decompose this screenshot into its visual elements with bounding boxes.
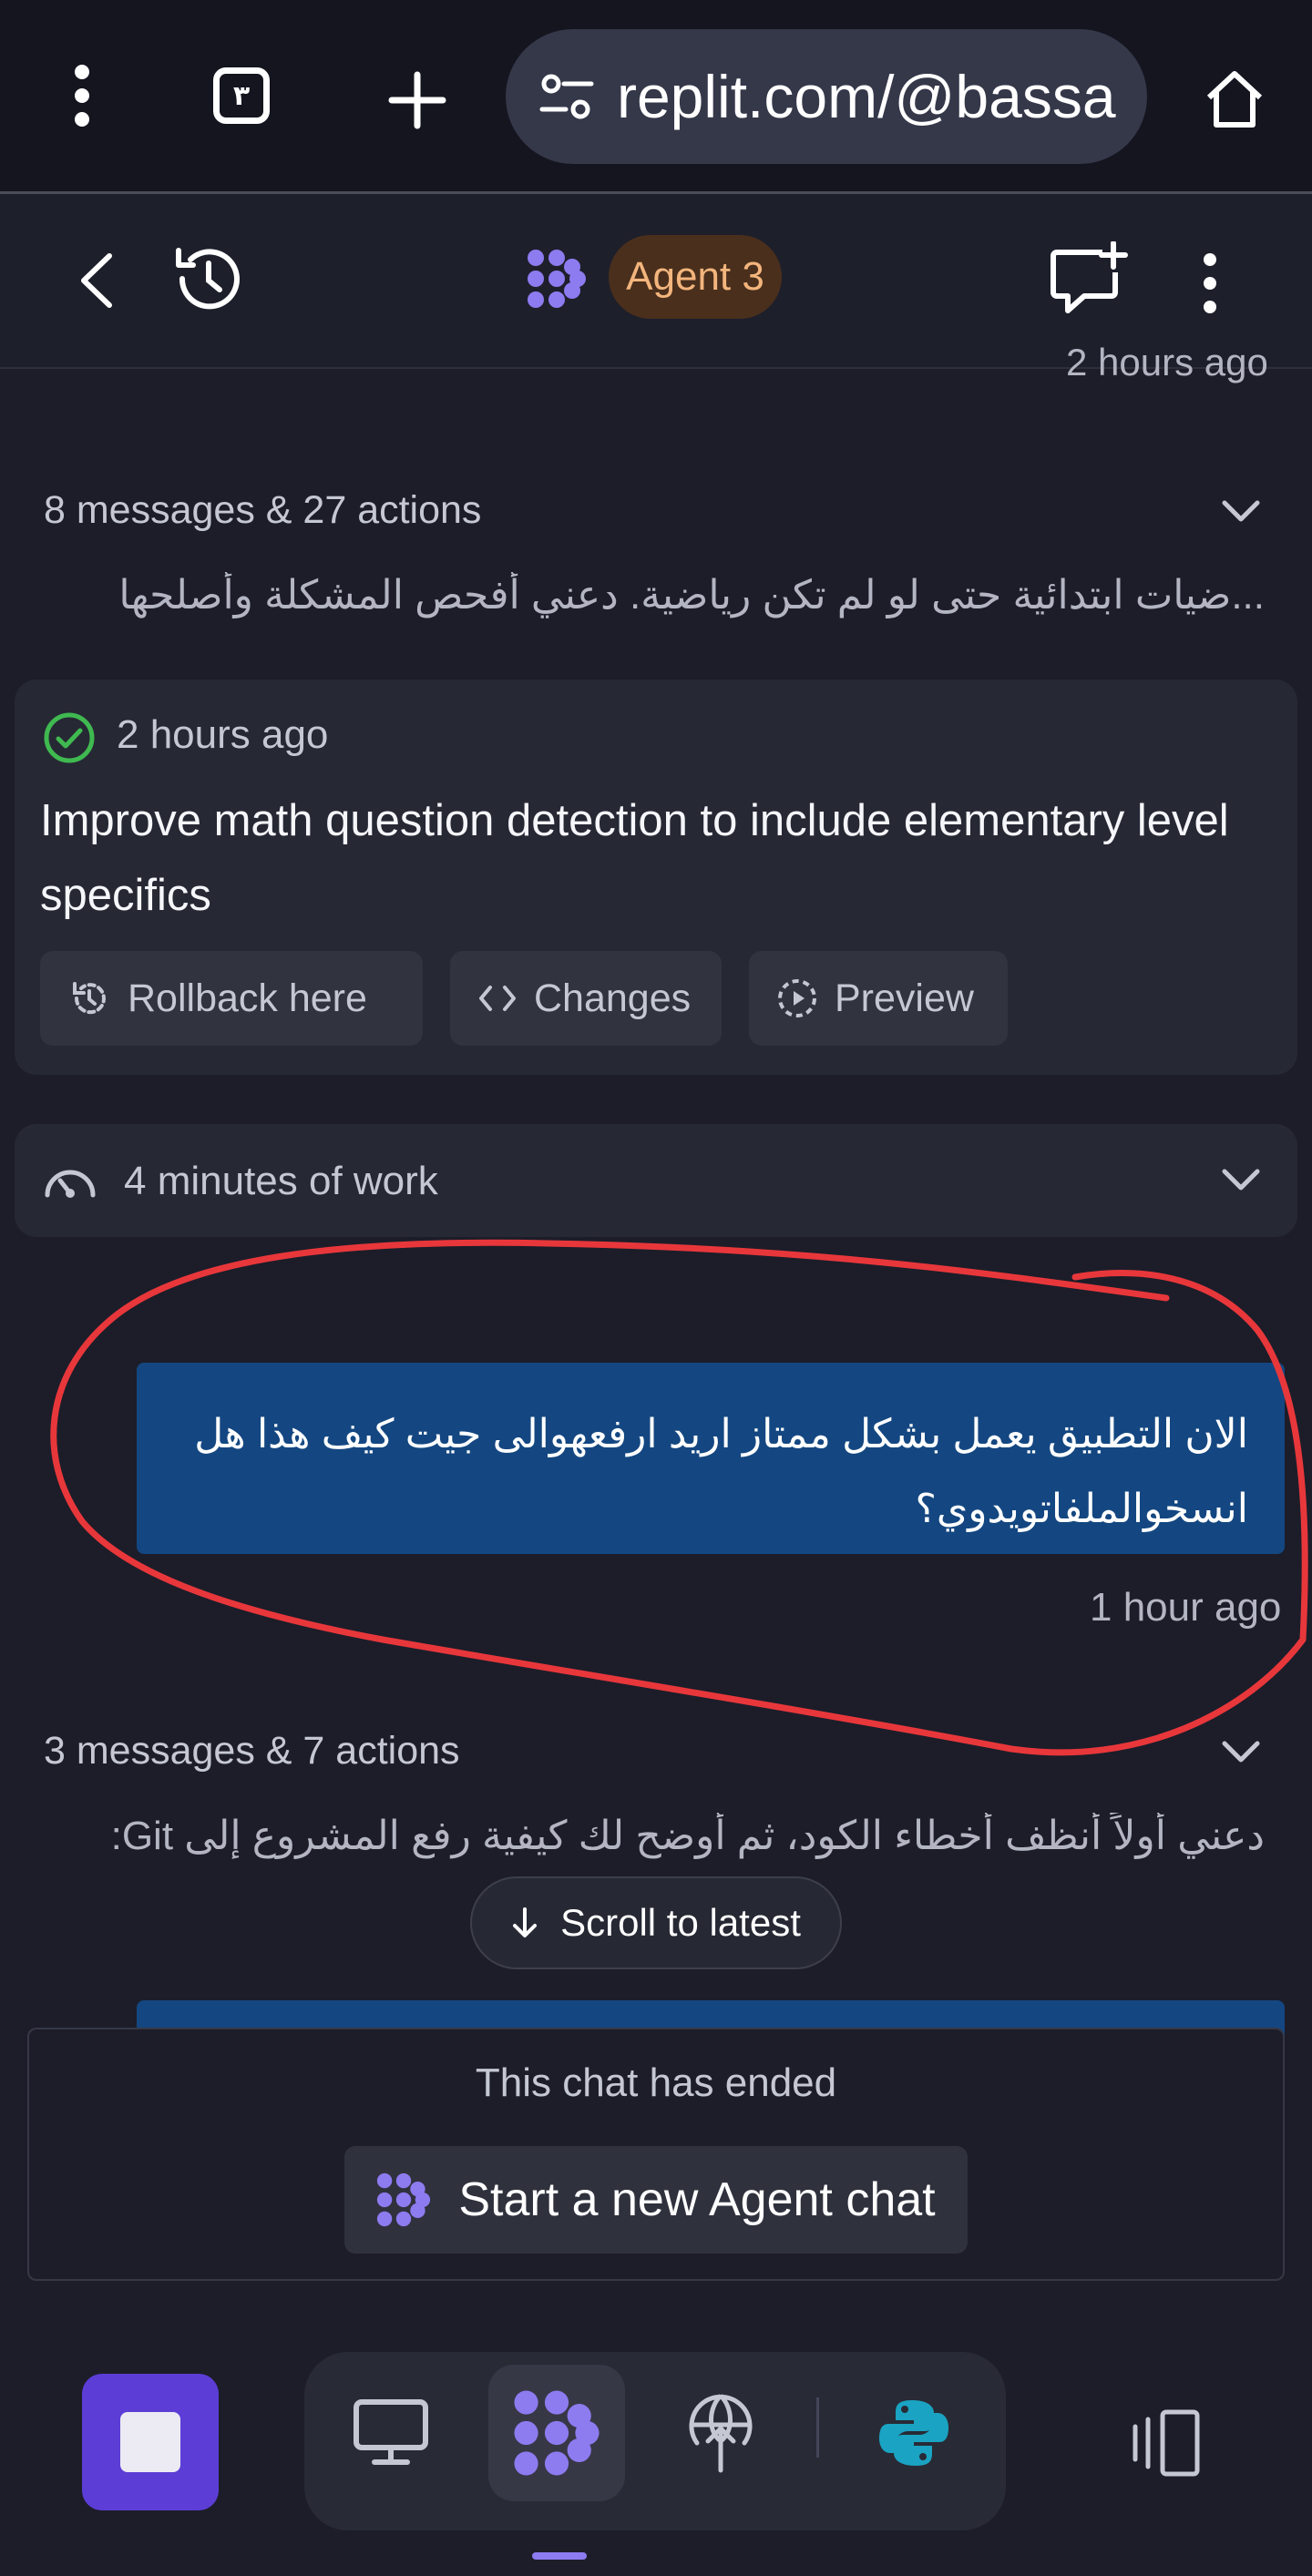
red-circle-annotation [50,1239,1308,1756]
rollback-button[interactable]: Rollback here [40,951,423,1046]
tab-count: ٣ [232,80,251,111]
start-new-chat-label: Start a new Agent chat [458,2173,936,2226]
chat-ended-panel: This chat has ended Start a new Agent ch… [27,2028,1285,2281]
new-tab-icon[interactable] [381,64,454,137]
header-more-icon[interactable] [1199,250,1221,321]
checkpoint-time: 2 hours ago [117,712,329,757]
message-preview: ...ضيات ابتدائية حتى لو لم تكن رياضية. د… [118,573,1265,618]
preview-tab[interactable] [323,2365,459,2501]
agent-logo-icon [377,2172,431,2227]
stop-icon [120,2412,180,2472]
message-group-summary[interactable]: 3 messages & 7 actions [44,1729,460,1774]
tab-count-button[interactable]: ٣ [213,67,270,124]
preview-label: Preview [835,976,974,1020]
checkpoint-title: Improve math question detection to inclu… [40,796,1229,920]
deploy-tab[interactable] [652,2365,789,2501]
agent-logo-icon [527,249,587,313]
agent-tab[interactable] [488,2365,625,2501]
url-text: replit.com/@bassa [617,63,1116,130]
more-vertical-icon[interactable] [55,55,109,137]
scroll-to-latest-button[interactable]: Scroll to latest [470,1876,842,1969]
changes-button[interactable]: Changes [450,951,722,1046]
agent-logo-icon [514,2390,600,2476]
monitor-icon [354,2399,428,2465]
chat-ended-message: This chat has ended [475,2060,837,2105]
python-icon [879,2400,948,2466]
preview-button[interactable]: Preview [749,951,1008,1046]
agent-version-badge[interactable]: Agent 3 [609,235,782,319]
bottom-navigation [0,2332,1312,2576]
chevron-down-icon[interactable] [1221,499,1261,529]
work-summary-label: 4 minutes of work [124,1159,438,1203]
message-preview: دعني أولاً أنظف أخطاء الكود، ثم أوضح لك … [110,1814,1265,1858]
home-indicator [532,2552,587,2560]
python-tab[interactable] [846,2365,982,2501]
start-new-chat-button[interactable]: Start a new Agent chat [344,2146,968,2254]
speedometer-icon [42,1155,98,1207]
partial-timestamp: 2 hours ago [1066,341,1268,383]
workspace-tabs [304,2352,1006,2530]
play-circle-icon [778,979,816,1017]
home-icon[interactable] [1194,58,1276,140]
back-icon[interactable] [69,250,124,315]
changes-label: Changes [534,976,692,1020]
scroll-to-latest-label: Scroll to latest [560,1901,801,1944]
code-icon [479,986,516,1011]
rollback-icon [73,982,106,1015]
address-bar[interactable]: replit.com/@bassa [506,29,1147,164]
panel-switch-icon[interactable] [1122,2408,1203,2482]
site-settings-icon[interactable] [538,69,595,130]
browser-toolbar: ٣ replit.com/@bassa [0,0,1312,194]
rollback-label: Rollback here [128,976,367,1020]
nav-divider [816,2397,819,2458]
message-group-summary[interactable]: 8 messages & 27 actions [44,488,481,533]
chevron-down-icon[interactable] [1221,1168,1261,1198]
stop-button[interactable] [82,2374,219,2510]
new-chat-icon[interactable] [1048,240,1128,322]
check-circle-icon [42,710,97,770]
arrow-down-icon [513,1907,538,1937]
checkpoint-card: 2 hours ago Improve math question detect… [15,680,1297,1075]
history-icon[interactable] [169,240,248,322]
globe-upload-icon [689,2394,753,2473]
chevron-down-icon[interactable] [1221,1740,1261,1770]
